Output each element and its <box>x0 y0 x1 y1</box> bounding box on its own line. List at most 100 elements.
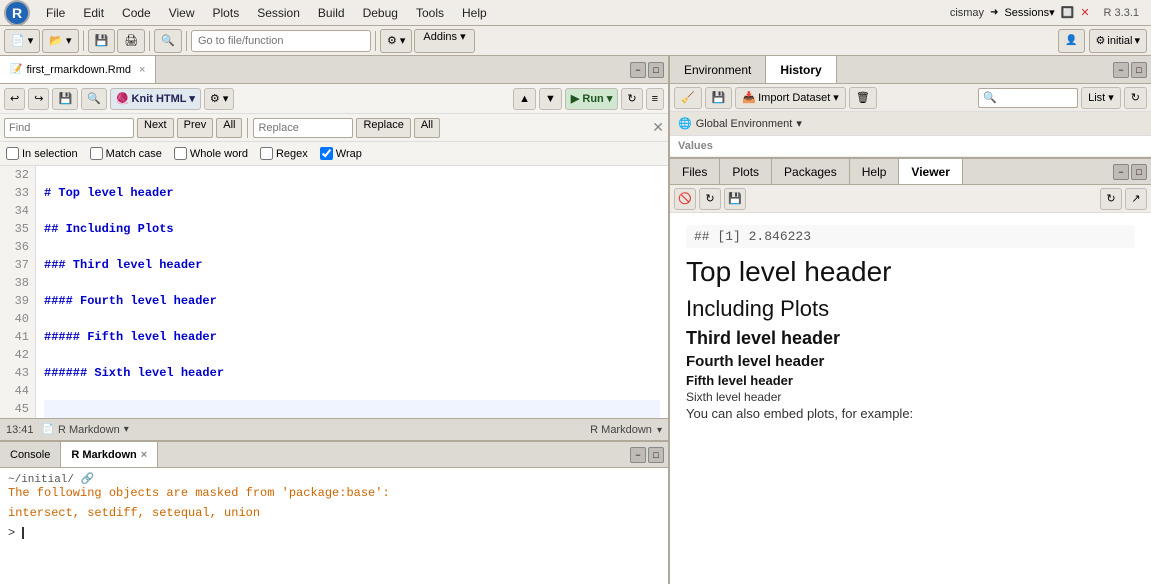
addins-btn[interactable]: Addins ▾ <box>414 29 474 53</box>
editor-tab-rmd[interactable]: 📝 first_rmarkdown.Rmd × <box>0 56 156 83</box>
redo-btn[interactable]: ↪ <box>28 88 49 110</box>
whole-word-checkbox[interactable] <box>174 147 187 160</box>
knit-label: Knit HTML ▾ <box>132 92 195 105</box>
viewer-h1: Top level header <box>686 256 1135 288</box>
knit-btn[interactable]: 🧶 Knit HTML ▾ <box>110 88 201 110</box>
settings-btn[interactable]: ⚙ ▾ <box>204 88 234 110</box>
tab-history[interactable]: History <box>766 56 836 83</box>
undo-btn[interactable]: ↩ <box>4 88 25 110</box>
print-btn[interactable]: 🖨 <box>117 29 145 53</box>
match-case-option[interactable]: Match case <box>90 147 162 160</box>
tab-environment[interactable]: Environment <box>670 56 766 83</box>
save-env-btn[interactable]: 💾 <box>705 87 733 109</box>
run-btn[interactable]: ▶ Run ▾ <box>565 88 618 110</box>
find-close-btn[interactable]: ✕ <box>652 119 664 136</box>
find-next-btn[interactable]: Next <box>137 118 174 138</box>
viewer-maximize-btn[interactable]: □ <box>1131 164 1147 180</box>
editor-maximize-btn[interactable]: □ <box>648 62 664 78</box>
status-right-chevron[interactable]: ▾ <box>657 425 662 436</box>
menu-view[interactable]: View <box>161 4 203 22</box>
viewer-refresh-btn[interactable]: ↻ <box>699 188 721 210</box>
wrap-option[interactable]: Wrap <box>320 147 362 160</box>
console-content[interactable]: ~/initial/ 🔗 The following objects are m… <box>0 468 668 584</box>
code-line-44 <box>44 382 660 400</box>
replace-btn[interactable]: Replace <box>356 118 410 138</box>
editor-minimize-btn[interactable]: − <box>630 62 646 78</box>
tab-packages[interactable]: Packages <box>772 159 850 184</box>
viewer-minimize-btn[interactable]: − <box>1113 164 1129 180</box>
env-search-input[interactable] <box>978 88 1078 108</box>
import-dataset-btn[interactable]: 📥 Import Dataset ▾ <box>735 87 845 109</box>
console-maximize-btn[interactable]: □ <box>648 447 664 463</box>
menu-code[interactable]: Code <box>114 4 159 22</box>
console-tab-console[interactable]: Console <box>0 442 61 467</box>
sessions-btn[interactable]: Sessions▾ <box>1004 6 1054 19</box>
viewer-sync-btn[interactable]: ↻ <box>1100 188 1122 210</box>
file-type-chevron[interactable]: ▾ <box>124 424 129 435</box>
match-case-checkbox[interactable] <box>90 147 103 160</box>
menu-plots[interactable]: Plots <box>205 4 248 22</box>
save-btn[interactable]: 💾 <box>88 29 116 53</box>
r-logo: R <box>4 0 30 26</box>
menu-tools[interactable]: Tools <box>408 4 452 22</box>
code-editor[interactable]: 32 33 34 35 36 37 38 39 40 41 42 43 44 4… <box>0 166 668 418</box>
down-chunk-btn[interactable]: ▼ <box>539 88 562 110</box>
viewer-popout-btn[interactable]: ↗ <box>1125 188 1147 210</box>
session-icon-btn[interactable]: 👤 <box>1058 29 1084 53</box>
search-editor-btn[interactable]: 🔍 <box>81 88 107 110</box>
menu-session[interactable]: Session <box>249 4 308 22</box>
replace-all-btn[interactable]: All <box>414 118 440 138</box>
code-tools-btn[interactable]: ⚙ ▾ <box>380 29 412 53</box>
console-path-icon[interactable]: 🔗 <box>81 474 95 486</box>
find-all-btn[interactable]: All <box>216 118 242 138</box>
right-top-maximize-btn[interactable]: □ <box>1131 62 1147 78</box>
viewer-back-btn[interactable]: 🚫 <box>674 188 696 210</box>
right-top-minimize-btn[interactable]: − <box>1113 62 1129 78</box>
editor-tab-close[interactable]: × <box>139 64 145 76</box>
clear-env-btn[interactable]: 🗑 <box>849 87 877 109</box>
list-btn[interactable]: List ▾ <box>1081 87 1121 109</box>
more-editor-btn[interactable]: ≡ <box>646 88 664 110</box>
regex-label: Regex <box>276 148 308 160</box>
broom-btn[interactable]: 🧹 <box>674 87 702 109</box>
line-numbers: 32 33 34 35 36 37 38 39 40 41 42 43 44 4… <box>0 166 36 418</box>
menu-help[interactable]: Help <box>454 4 495 22</box>
global-env-chevron[interactable]: ▾ <box>796 117 802 130</box>
viewer-export-btn[interactable]: 💾 <box>724 188 746 210</box>
code-line-43: ###### Sixth level header <box>44 364 660 382</box>
find-prev-btn[interactable]: Prev <box>177 118 214 138</box>
wrap-checkbox[interactable] <box>320 147 333 160</box>
menu-file[interactable]: File <box>38 4 73 22</box>
tab-files[interactable]: Files <box>670 159 720 184</box>
replace-input[interactable] <box>253 118 353 138</box>
code-line-32 <box>44 166 660 184</box>
initial-session-btn[interactable]: ⚙ initial ▾ <box>1089 29 1147 53</box>
up-chunk-btn[interactable]: ▲ <box>513 88 536 110</box>
code-content[interactable]: # Top level header ## Including Plots ##… <box>36 166 668 418</box>
open-file-btn[interactable]: 📂 ▾ <box>42 29 78 53</box>
packages-tab-label: Packages <box>784 165 837 179</box>
menu-edit[interactable]: Edit <box>75 4 112 22</box>
tab-help[interactable]: Help <box>850 159 900 184</box>
whole-word-option[interactable]: Whole word <box>174 147 248 160</box>
close-app-icon[interactable]: ✕ <box>1080 6 1089 19</box>
go-to-file-input[interactable] <box>191 30 371 52</box>
in-selection-option[interactable]: In selection <box>6 147 78 160</box>
console-minimize-btn[interactable]: − <box>630 447 646 463</box>
env-refresh-btn[interactable]: ↻ <box>1124 87 1147 109</box>
find-btn[interactable]: 🔍 <box>154 29 182 53</box>
tab-viewer[interactable]: Viewer <box>899 159 962 184</box>
console-tab-rmarkdown[interactable]: R Markdown × <box>61 442 158 467</box>
refresh-btn[interactable]: ↻ <box>621 88 642 110</box>
in-selection-checkbox[interactable] <box>6 147 19 160</box>
save-editor-btn[interactable]: 💾 <box>52 88 78 110</box>
find-input[interactable] <box>4 118 134 138</box>
regex-option[interactable]: Regex <box>260 147 308 160</box>
regex-checkbox[interactable] <box>260 147 273 160</box>
rmarkdown-tab-close[interactable]: × <box>141 449 147 461</box>
menu-debug[interactable]: Debug <box>355 4 406 22</box>
new-file-btn[interactable]: 📄 ▾ <box>4 29 40 53</box>
viewer-h5: Fifth level header <box>686 373 1135 388</box>
menu-build[interactable]: Build <box>310 4 353 22</box>
tab-plots[interactable]: Plots <box>720 159 772 184</box>
